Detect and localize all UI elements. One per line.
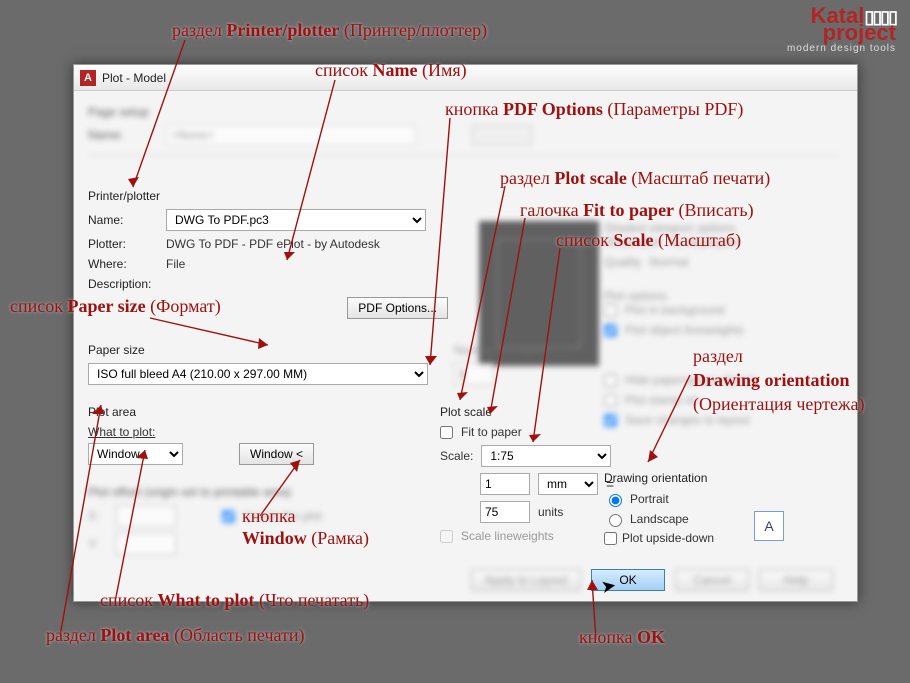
plot-dialog: A Plot - Model Page setup Name: <None> P… — [73, 64, 858, 602]
app-icon: A — [80, 70, 96, 86]
anno-ori2: Drawing orientation — [693, 370, 850, 391]
portrait-radio[interactable] — [609, 494, 622, 507]
plot-area-section: Plot area What to plot: Window Window < — [88, 405, 428, 471]
drawing-orientation-section: Drawing orientation Portrait Landscape P… — [604, 471, 804, 549]
copies-section: Number of copies — [454, 343, 604, 385]
scale-select[interactable]: 1:75 — [481, 445, 611, 467]
dialog-button-bar: Apply to Layout OK Cancel Help — [74, 569, 857, 591]
paper-size-select[interactable]: ISO full bleed A4 (210.00 x 297.00 MM) — [88, 363, 428, 385]
printer-name-select[interactable]: DWG To PDF.pc3 — [166, 209, 426, 231]
pdf-options-button[interactable]: PDF Options... — [347, 297, 448, 319]
paper-size-section: Paper size ISO full bleed A4 (210.00 x 2… — [88, 343, 448, 385]
anno-whattoplot: список What to plot (Что печатать) — [100, 590, 369, 611]
anno-pdfopt: кнопка PDF Options (Параметры PDF) — [445, 99, 743, 120]
scale-lineweights-label: Scale lineweights — [461, 529, 554, 543]
anno-name: список Name (Имя) — [315, 60, 467, 81]
scale-units-input[interactable] — [480, 501, 530, 523]
anno-windowbtn2: Window (Рамка) — [242, 528, 369, 549]
katalproject-logo: Katal▯▯▯▯ project modern design tools — [787, 6, 896, 54]
units-label: units — [538, 505, 563, 519]
plot-area-label: Plot area — [88, 405, 428, 419]
anno-printer: раздел Printer/plotter (Принтер/плоттер) — [172, 20, 487, 41]
plotter-label: Plotter: — [88, 237, 158, 251]
anno-plotarea: раздел Plot area (Область печати) — [46, 625, 305, 646]
description-label: Description: — [88, 277, 158, 291]
what-to-plot-select[interactable]: Window — [88, 443, 183, 465]
cancel-button[interactable]: Cancel — [675, 569, 749, 591]
anno-plotscale: раздел Plot scale (Масштаб печати) — [500, 168, 770, 189]
anno-ori3: (Ориентация чертежа) — [693, 394, 864, 415]
printer-name-label: Name: — [88, 213, 158, 227]
fit-to-paper-checkbox[interactable] — [440, 426, 453, 439]
plot-scale-label: Plot scale — [440, 405, 650, 419]
scale-label: Scale: — [440, 449, 473, 463]
portrait-label: Portrait — [630, 492, 669, 506]
plotter-value: DWG To PDF - PDF ePlot - by Autodesk — [166, 237, 380, 251]
upside-down-label: Plot upside-down — [622, 531, 714, 545]
printer-section-label: Printer/plotter — [88, 189, 512, 203]
landscape-radio[interactable] — [609, 514, 622, 527]
anno-ok: кнопка OK — [579, 627, 665, 648]
help-button[interactable]: Help — [759, 569, 833, 591]
apply-layout-button[interactable]: Apply to Layout — [471, 569, 581, 591]
drawing-orientation-label: Drawing orientation — [604, 471, 804, 485]
scale-lineweights-checkbox — [440, 530, 453, 543]
paper-size-label: Paper size — [88, 343, 448, 357]
scale-unit-select[interactable]: mm — [538, 473, 598, 495]
scale-mm-input[interactable] — [480, 473, 530, 495]
anno-scale: список Scale (Масштаб) — [556, 230, 741, 251]
window-pick-button[interactable]: Window < — [239, 443, 314, 465]
where-value: File — [166, 257, 185, 271]
upside-down-checkbox[interactable] — [604, 532, 617, 545]
fit-to-paper-label: Fit to paper — [461, 425, 522, 439]
anno-windowbtn1: кнопка — [242, 506, 295, 527]
landscape-label: Landscape — [630, 512, 689, 526]
anno-papersize: список Paper size (Формат) — [10, 296, 221, 317]
where-label: Where: — [88, 257, 158, 271]
anno-ori1: раздел — [693, 346, 743, 367]
what-to-plot-label: What to plot: — [88, 425, 428, 439]
anno-fit: галочка Fit to paper (Вписать) — [520, 200, 754, 221]
orientation-icon: A — [754, 511, 784, 541]
window-title: Plot - Model — [102, 71, 166, 85]
